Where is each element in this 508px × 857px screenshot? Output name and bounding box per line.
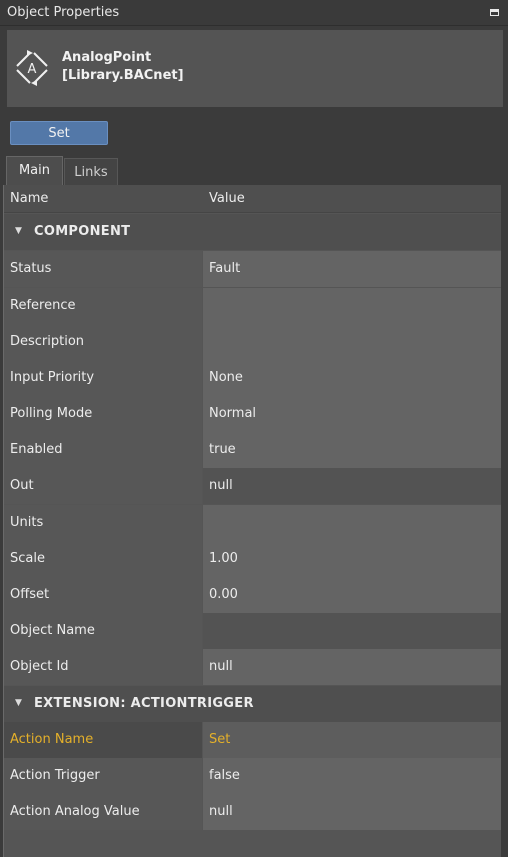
property-name: Action Analog Value bbox=[10, 804, 140, 819]
object-library: [Library.BACnet] bbox=[62, 68, 184, 83]
property-name: Out bbox=[10, 478, 34, 493]
property-value[interactable]: Set bbox=[209, 732, 230, 747]
property-row-offset[interactable]: Offset 0.00 bbox=[4, 577, 501, 613]
property-row-action-name[interactable]: Action Name Set bbox=[4, 722, 501, 758]
property-value[interactable]: null bbox=[209, 659, 233, 674]
column-header-name[interactable]: Name bbox=[10, 191, 48, 206]
panel-title: Object Properties bbox=[7, 5, 120, 20]
tab-main[interactable]: Main bbox=[6, 156, 63, 186]
property-value[interactable]: false bbox=[209, 768, 240, 783]
property-row-out[interactable]: Out null bbox=[4, 468, 501, 504]
property-name: Reference bbox=[10, 298, 76, 313]
object-header: A AnalogPoint [Library.BACnet] bbox=[7, 30, 503, 107]
property-value[interactable]: true bbox=[209, 442, 236, 457]
property-value[interactable]: 1.00 bbox=[209, 551, 238, 566]
property-name: Input Priority bbox=[10, 370, 95, 385]
property-name: Status bbox=[10, 261, 52, 276]
property-row-status[interactable]: Status Fault bbox=[4, 251, 501, 287]
grid-header: Name Value bbox=[4, 185, 501, 213]
property-row-object-name[interactable]: Object Name bbox=[4, 613, 501, 649]
svg-text:A: A bbox=[28, 62, 37, 77]
property-grid: Name Value ▼ COMPONENT Status Fault Refe… bbox=[3, 185, 501, 857]
collapse-arrow-icon[interactable]: ▼ bbox=[15, 698, 22, 708]
property-name: Polling Mode bbox=[10, 406, 93, 421]
column-header-value[interactable]: Value bbox=[209, 191, 245, 206]
group-title: COMPONENT bbox=[34, 224, 131, 239]
property-name: Scale bbox=[10, 551, 45, 566]
property-value[interactable]: null bbox=[209, 804, 233, 819]
restore-icon[interactable] bbox=[490, 9, 499, 16]
property-row-enabled[interactable]: Enabled true bbox=[4, 432, 501, 468]
property-row-object-id[interactable]: Object Id null bbox=[4, 649, 501, 685]
property-row-polling-mode[interactable]: Polling Mode Normal bbox=[4, 396, 501, 432]
group-component[interactable]: ▼ COMPONENT bbox=[4, 214, 501, 250]
analog-point-icon: A bbox=[16, 50, 48, 86]
property-value: null bbox=[209, 478, 233, 493]
property-value[interactable]: Fault bbox=[209, 261, 240, 276]
group-extension-actiontrigger[interactable]: ▼ EXTENSION: ACTIONTRIGGER bbox=[4, 686, 501, 722]
group-title: EXTENSION: ACTIONTRIGGER bbox=[34, 696, 254, 711]
set-button[interactable]: Set bbox=[10, 121, 108, 145]
property-row-reference[interactable]: Reference bbox=[4, 288, 501, 324]
property-row-action-analog-value[interactable]: Action Analog Value null bbox=[4, 794, 501, 830]
property-name: Object Name bbox=[10, 623, 95, 638]
property-name: Units bbox=[10, 515, 44, 530]
property-name: Description bbox=[10, 334, 85, 349]
property-value[interactable]: None bbox=[209, 370, 243, 385]
object-name: AnalogPoint bbox=[62, 50, 152, 65]
property-value[interactable]: Normal bbox=[209, 406, 256, 421]
collapse-arrow-icon[interactable]: ▼ bbox=[15, 226, 22, 236]
property-row-description[interactable]: Description bbox=[4, 324, 501, 360]
panel-titlebar: Object Properties bbox=[0, 0, 508, 26]
property-name: Object Id bbox=[10, 659, 69, 674]
property-value[interactable]: 0.00 bbox=[209, 587, 238, 602]
property-name: Action Trigger bbox=[10, 768, 100, 783]
property-row-action-trigger[interactable]: Action Trigger false bbox=[4, 758, 501, 794]
property-name: Enabled bbox=[10, 442, 63, 457]
property-name: Offset bbox=[10, 587, 50, 602]
tab-links[interactable]: Links bbox=[64, 158, 118, 186]
property-row-input-priority[interactable]: Input Priority None bbox=[4, 360, 501, 396]
property-row-scale[interactable]: Scale 1.00 bbox=[4, 541, 501, 577]
property-name: Action Name bbox=[10, 732, 94, 747]
property-row-units[interactable]: Units bbox=[4, 505, 501, 541]
